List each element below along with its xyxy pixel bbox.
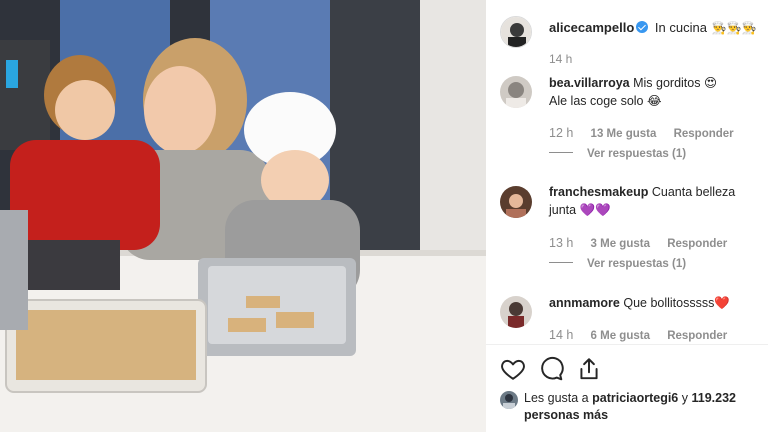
comment-emoji: ❤️ bbox=[714, 295, 730, 310]
reply-button[interactable]: Responder bbox=[674, 128, 734, 140]
verified-badge-icon bbox=[636, 21, 649, 33]
commenter-avatar[interactable] bbox=[500, 76, 532, 108]
replies-dash bbox=[549, 262, 573, 263]
comment-bubble-icon[interactable] bbox=[538, 356, 564, 382]
comment-likes[interactable]: 3 Me gusta bbox=[591, 238, 650, 250]
caption-line: alicecampello In cucina 👨‍🍳👨‍🍳👨‍🍳 bbox=[549, 20, 756, 35]
share-icon[interactable] bbox=[576, 356, 602, 382]
liker-avatar[interactable] bbox=[500, 391, 518, 409]
view-replies-label: Ver respuestas (1) bbox=[587, 148, 687, 160]
comment-username[interactable]: franchesmakeup bbox=[549, 185, 648, 199]
liked-by-prefix: Les gusta a bbox=[524, 391, 589, 405]
comment-username[interactable]: annmamore bbox=[549, 296, 620, 310]
comment-meta: 14 h 6 Me gusta Responder bbox=[549, 328, 727, 342]
post-timestamp[interactable]: 14 h bbox=[549, 52, 572, 66]
commenter-avatar[interactable] bbox=[500, 186, 532, 218]
comment-emoji: 😍 bbox=[703, 75, 717, 90]
chef-emoji: 👨‍🍳👨‍🍳👨‍🍳 bbox=[711, 21, 757, 35]
view-replies-link[interactable]: Ver respuestas (1) bbox=[549, 258, 686, 270]
replies-dash bbox=[549, 152, 573, 153]
comment-meta: 13 h 3 Me gusta Responder bbox=[549, 236, 727, 250]
comment-body: bea.villarroya Mis gorditos 😍 Ale las co… bbox=[549, 74, 754, 110]
comment-username[interactable]: bea.villarroya bbox=[549, 76, 630, 90]
commenter-avatar[interactable] bbox=[500, 296, 532, 328]
comment-item: annmamore Que bollitosssss❤️ 14 h 6 Me g… bbox=[486, 294, 768, 344]
comment-body: annmamore Que bollitosssss❤️ bbox=[549, 294, 754, 312]
view-replies-link[interactable]: Ver respuestas (1) bbox=[549, 148, 686, 160]
liked-by-text: Les gusta a patriciaortegi6 y 119.232 pe… bbox=[524, 390, 760, 424]
reply-button[interactable]: Responder bbox=[667, 238, 727, 250]
actions-divider bbox=[486, 344, 768, 345]
reply-button[interactable]: Responder bbox=[667, 330, 727, 342]
post-photo[interactable] bbox=[0, 0, 486, 432]
liked-by-user[interactable]: patriciaortegi6 bbox=[592, 391, 678, 405]
comment-time[interactable]: 13 h bbox=[549, 236, 573, 250]
heart-icon[interactable] bbox=[500, 356, 526, 382]
liked-by-connector: y bbox=[681, 391, 688, 405]
comment-likes[interactable]: 13 Me gusta bbox=[591, 128, 657, 140]
comment-likes[interactable]: 6 Me gusta bbox=[591, 330, 650, 342]
kitchen-photo-illustration bbox=[0, 0, 486, 432]
comment-text-line2: Ale las coge solo bbox=[549, 94, 644, 108]
comment-emoji-2: 😂 bbox=[647, 93, 662, 108]
comment-body: franchesmakeup Cuanta belleza junta 💜💜 bbox=[549, 184, 754, 219]
comment-item: franchesmakeup Cuanta belleza junta 💜💜 1… bbox=[486, 184, 768, 280]
comment-meta: 12 h 13 Me gusta Responder bbox=[549, 126, 734, 140]
owner-username[interactable]: alicecampello bbox=[549, 20, 634, 35]
comment-time[interactable]: 14 h bbox=[549, 328, 573, 342]
owner-avatar[interactable] bbox=[500, 16, 532, 48]
post-side-panel: alicecampello In cucina 👨‍🍳👨‍🍳👨‍🍳 14 h b… bbox=[486, 0, 768, 432]
comment-item: bea.villarroya Mis gorditos 😍 Ale las co… bbox=[486, 74, 768, 170]
comment-emoji: 💜💜 bbox=[579, 202, 611, 217]
comment-time[interactable]: 12 h bbox=[549, 126, 573, 140]
caption-text: In cucina bbox=[654, 20, 707, 35]
comment-text: Mis gorditos bbox=[633, 76, 701, 90]
view-replies-label: Ver respuestas (1) bbox=[587, 258, 687, 270]
comment-text: Que bollitosssss bbox=[623, 296, 715, 310]
post-header: alicecampello In cucina 👨‍🍳👨‍🍳👨‍🍳 14 h bbox=[486, 0, 768, 70]
